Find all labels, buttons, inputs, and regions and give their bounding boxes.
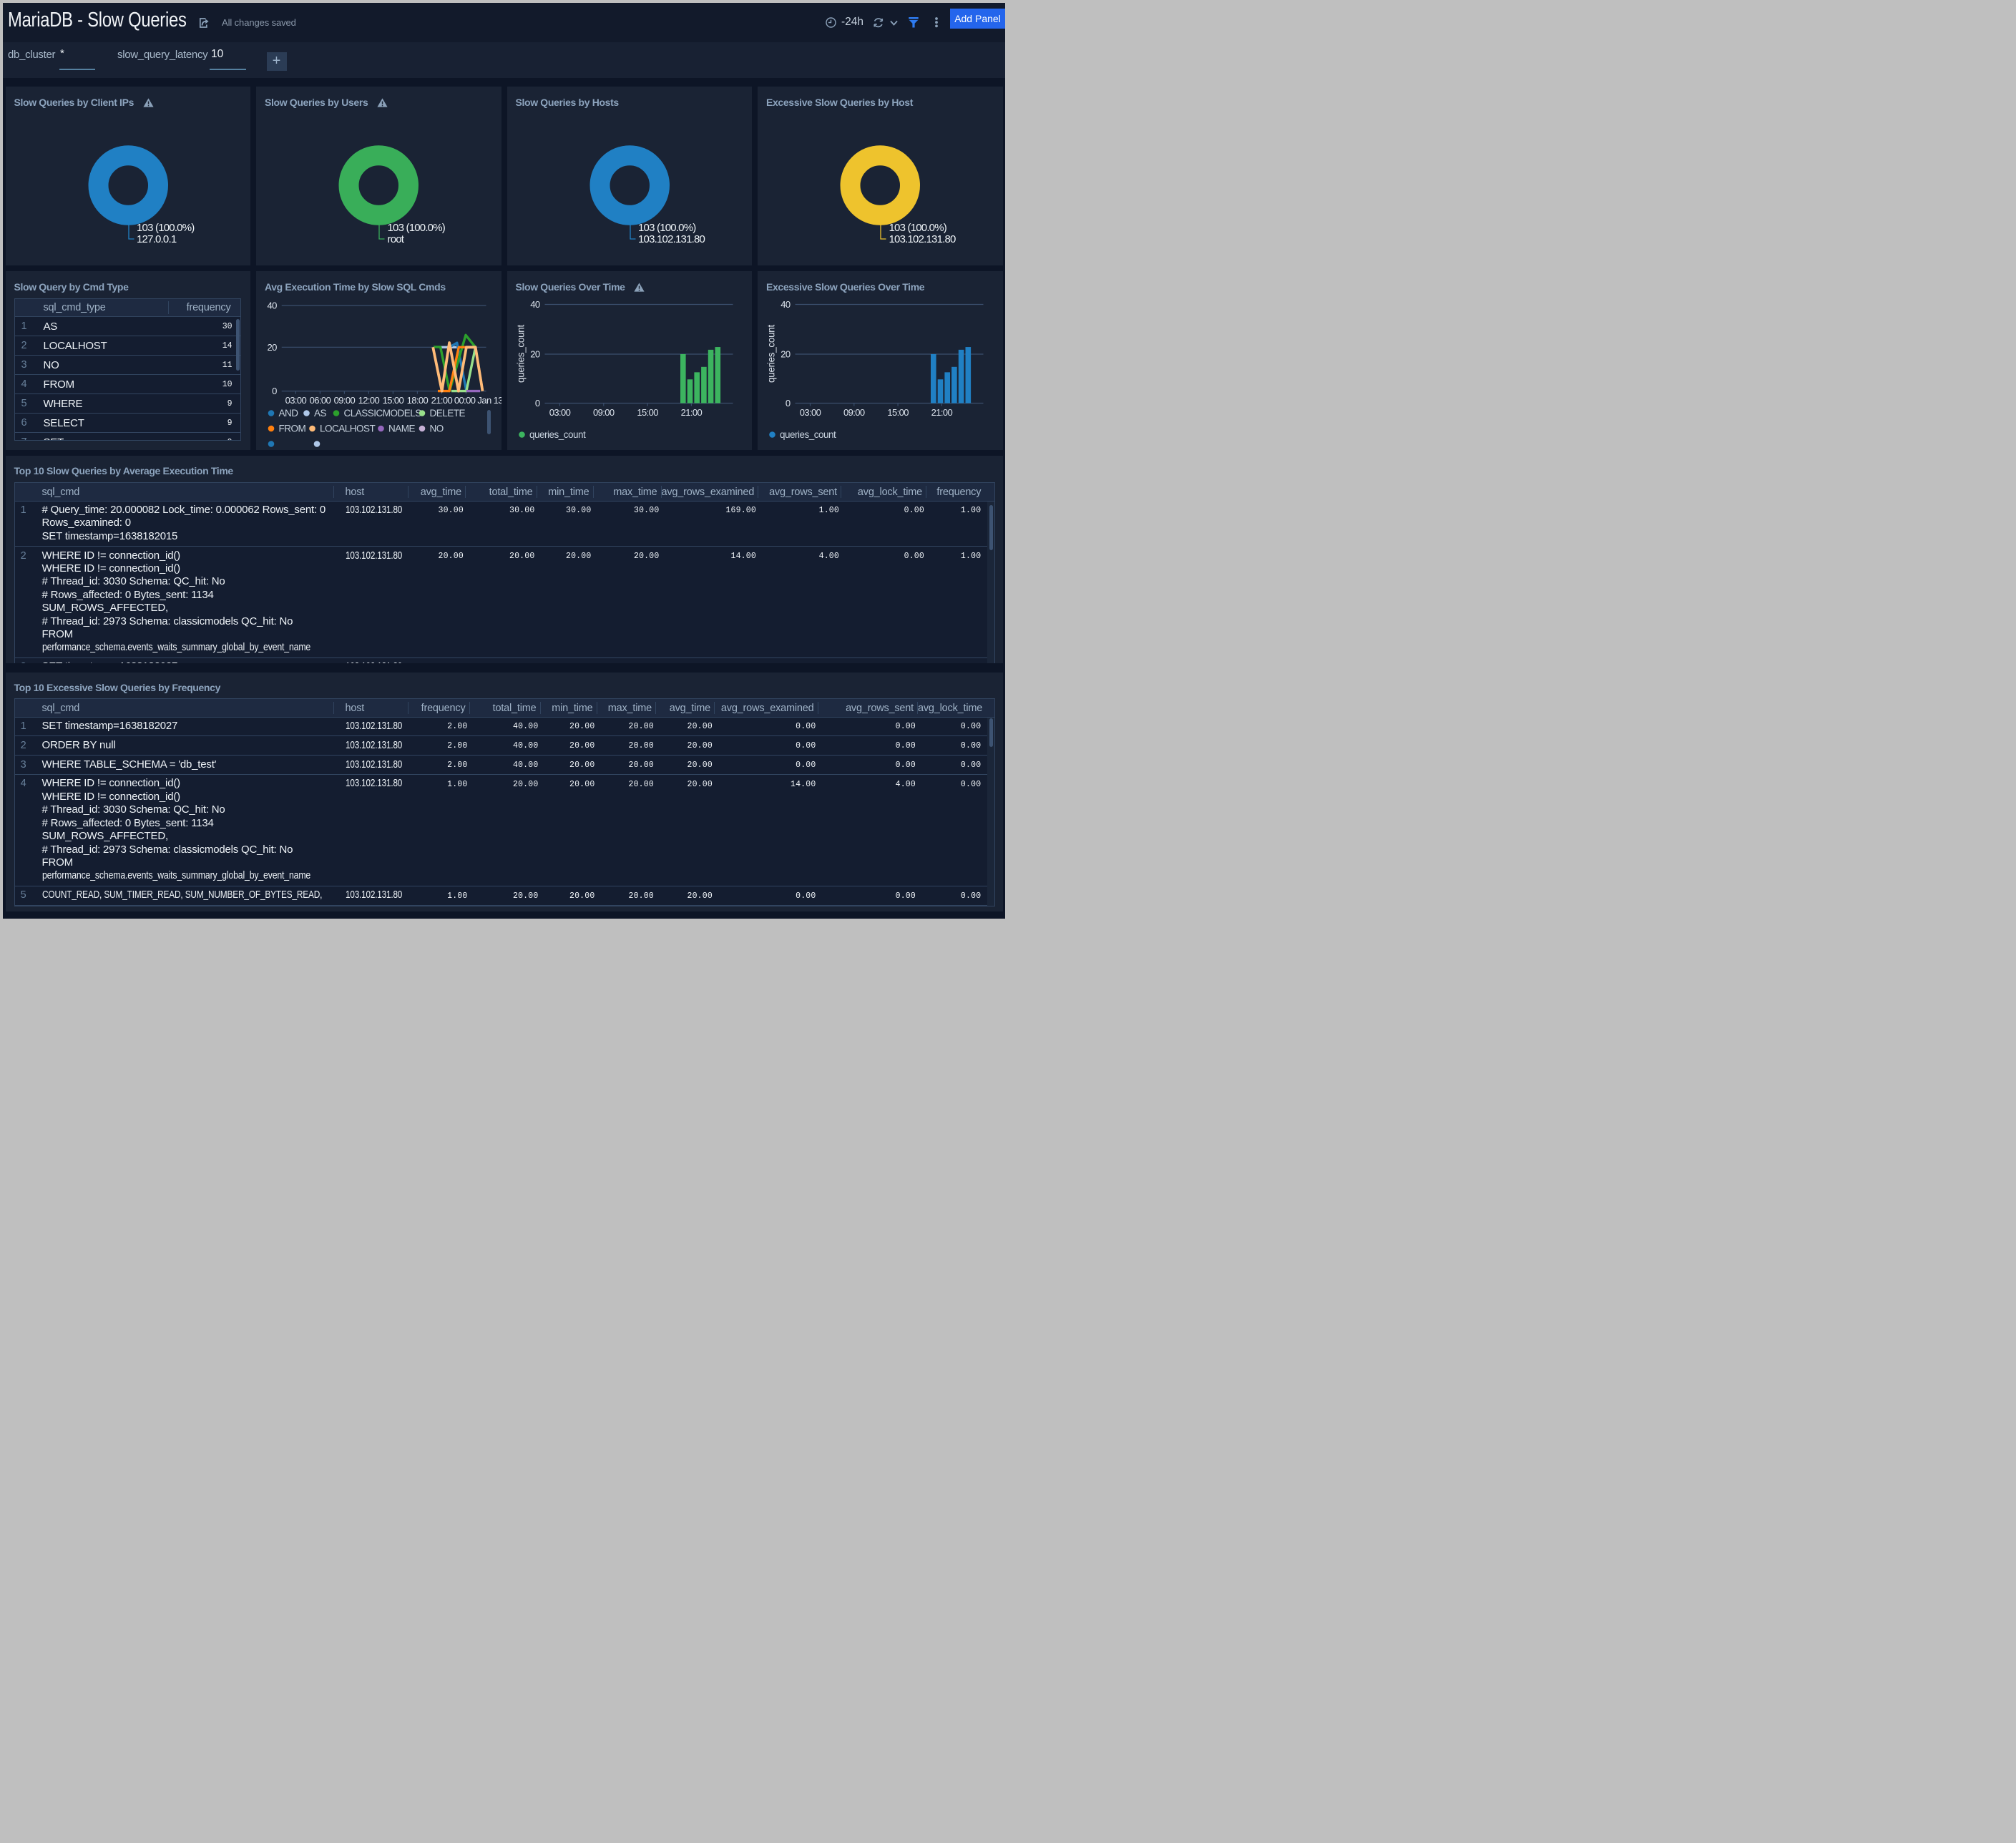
svg-text:09:00: 09:00 <box>593 407 615 418</box>
svg-text:CLASSICMODELS: CLASSICMODELS <box>344 408 422 419</box>
svg-text:15:00: 15:00 <box>383 395 404 406</box>
svg-text:15:00: 15:00 <box>887 407 909 418</box>
svg-text:20: 20 <box>781 349 791 360</box>
svg-text:queries_count: queries_count <box>766 325 777 383</box>
svg-text:NO: NO <box>430 424 444 434</box>
svg-text:queries_count: queries_count <box>780 429 836 440</box>
svg-text:21:00: 21:00 <box>431 395 453 406</box>
svg-text:0: 0 <box>786 398 791 409</box>
svg-text:40: 40 <box>781 299 791 310</box>
svg-text:LOCALHOST: LOCALHOST <box>320 424 376 434</box>
svg-text:12:00: 12:00 <box>358 395 380 406</box>
svg-text:NAME: NAME <box>388 424 415 434</box>
svg-text:20: 20 <box>267 342 277 353</box>
svg-text:20: 20 <box>530 349 540 360</box>
svg-text:FROM: FROM <box>279 424 306 434</box>
svg-text:40: 40 <box>530 299 540 310</box>
svg-text:21:00: 21:00 <box>931 407 953 418</box>
svg-text:00:00 Jan 13: 00:00 Jan 13 <box>454 395 501 406</box>
svg-text:03:00: 03:00 <box>800 407 821 418</box>
svg-text:03:00: 03:00 <box>285 395 307 406</box>
svg-text:AS: AS <box>314 408 327 419</box>
svg-text:queries_count: queries_count <box>529 429 586 440</box>
svg-text:0: 0 <box>272 386 277 396</box>
svg-text:09:00: 09:00 <box>334 395 356 406</box>
svg-text:21:00: 21:00 <box>680 407 702 418</box>
svg-text:03:00: 03:00 <box>549 407 570 418</box>
svg-text:queries_count: queries_count <box>515 325 526 383</box>
svg-text:0: 0 <box>534 398 539 409</box>
svg-text:09:00: 09:00 <box>843 407 865 418</box>
svg-text:DELETE: DELETE <box>430 408 466 419</box>
svg-text:40: 40 <box>267 300 277 311</box>
svg-text:15:00: 15:00 <box>637 407 658 418</box>
svg-text:06:00: 06:00 <box>310 395 331 406</box>
svg-text:AND: AND <box>279 408 299 419</box>
svg-text:18:00: 18:00 <box>407 395 429 406</box>
